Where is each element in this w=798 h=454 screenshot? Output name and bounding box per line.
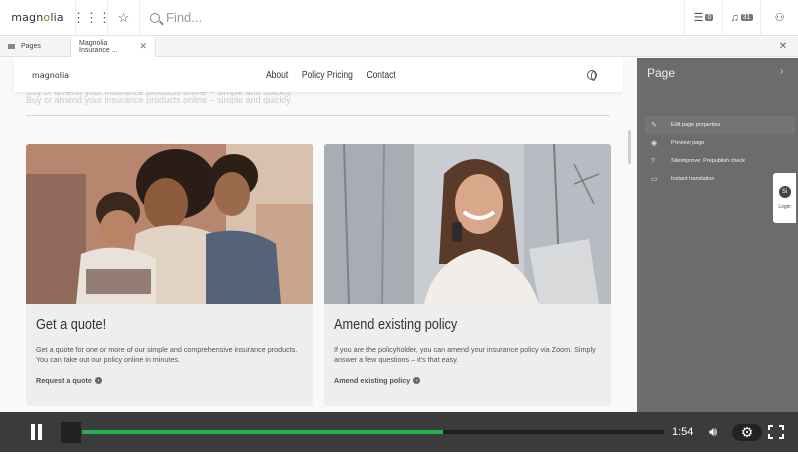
action-label: Instant translation xyxy=(671,176,715,182)
site-header: magnolia About Policy Pricing Contact xyxy=(14,58,623,92)
close-app-icon[interactable]: ✕ xyxy=(768,41,798,52)
notifications-button[interactable]: ♫ 31 xyxy=(722,0,760,36)
tasks-button[interactable]: ☰ 0 xyxy=(684,0,722,36)
action-label: Preview page xyxy=(671,140,705,146)
action-edit-page-properties[interactable]: ✎ Edit page properties xyxy=(645,116,795,134)
nav-policy-pricing[interactable]: Policy Pricing xyxy=(302,70,353,81)
progress-fill xyxy=(82,430,443,434)
request-quote-link[interactable]: Request a quote › xyxy=(36,376,102,385)
tab-magnolia-insurance[interactable]: Magnolia Insurance ... ✕ xyxy=(70,36,156,57)
search-field[interactable]: Find... xyxy=(140,0,684,36)
page-actions-panel: Page › ✎ Edit page properties ◉ Preview … xyxy=(637,58,798,412)
ghost-line-2: Buy or amend your insurance products onl… xyxy=(26,95,293,105)
chevron-right-icon[interactable]: › xyxy=(780,66,783,77)
amend-card: Amend existing policy If you are the pol… xyxy=(324,144,611,406)
magnolia-logo[interactable]: magn o lia xyxy=(0,0,76,36)
top-bar: magn o lia ⋮⋮⋮ ☆ Find... ☰ 0 ♫ 31 ⚇ xyxy=(0,0,798,36)
amend-card-body: If you are the policyholder, you can ame… xyxy=(334,345,596,364)
app-window: magn o lia ⋮⋮⋮ ☆ Find... ☰ 0 ♫ 31 ⚇ Pages Ma… xyxy=(0,0,798,454)
section-divider xyxy=(26,115,610,116)
help-icon: ? xyxy=(651,157,655,165)
tab-bar: Pages Magnolia Insurance ... ✕ ✕ xyxy=(0,36,798,57)
video-controls: 1:54 🔊︎ ⚙ xyxy=(0,412,798,452)
logo-text-b: lia xyxy=(50,11,64,24)
action-siteimprove-check[interactable]: ? Siteimprove: Prepublish check xyxy=(645,152,795,170)
pencil-icon: ✎ xyxy=(651,122,657,129)
amend-policy-link[interactable]: Amend existing policy › xyxy=(334,376,421,385)
tasks-count: 0 xyxy=(705,14,714,21)
notifications-count: 31 xyxy=(740,14,753,21)
quote-card-title: Get a quote! xyxy=(36,316,107,333)
page-preview: Buy or amend your insurance products onl… xyxy=(0,58,637,412)
chapter-thumbnail[interactable] xyxy=(61,422,81,443)
bell-icon: ♫ xyxy=(730,11,739,24)
site-nav-links: About Policy Pricing Contact xyxy=(266,70,396,81)
close-tab-icon[interactable]: ✕ xyxy=(139,41,147,52)
pause-icon[interactable] xyxy=(29,424,43,440)
amend-card-title: Amend existing policy xyxy=(334,316,458,333)
woman-phone-photo xyxy=(324,144,611,304)
tasks-icon: ☰ xyxy=(693,12,704,24)
quote-card: Get a quote! Get a quote for one or more… xyxy=(26,144,313,406)
nav-about[interactable]: About xyxy=(266,70,288,81)
panel-title: Page xyxy=(647,66,676,80)
arrow-right-icon: › xyxy=(94,377,102,384)
user-icon: ⚇ xyxy=(774,12,785,24)
translate-icon: ▭ xyxy=(651,176,658,183)
site-logo[interactable]: magnolia xyxy=(32,71,69,80)
globe-icon[interactable] xyxy=(587,70,597,81)
tab-active-label: Magnolia Insurance ... xyxy=(79,39,118,54)
volume-icon[interactable]: 🔊︎ xyxy=(709,425,725,439)
arrow-right-icon: › xyxy=(413,377,421,384)
user-menu-button[interactable]: ⚇ xyxy=(760,0,798,36)
favorites-star-icon[interactable]: ☆ xyxy=(108,0,140,36)
search-placeholder: Find... xyxy=(166,10,203,25)
family-photo xyxy=(26,144,313,304)
tab-pages[interactable]: Pages xyxy=(0,37,70,57)
app-launcher-icon[interactable]: ⋮⋮⋮ xyxy=(72,0,111,36)
tab-pages-label: Pages xyxy=(21,43,41,50)
search-icon xyxy=(150,12,160,23)
siteimprove-login-tab[interactable]: Si Login xyxy=(773,173,796,223)
login-label: Login xyxy=(778,204,791,210)
fullscreen-icon[interactable] xyxy=(768,425,784,439)
eye-icon: ◉ xyxy=(651,140,658,147)
action-label: Siteimprove: Prepublish check xyxy=(671,158,745,164)
siteimprove-icon: Si xyxy=(778,186,791,198)
action-label: Edit page properties xyxy=(671,122,721,128)
nav-contact[interactable]: Contact xyxy=(366,70,395,81)
settings-gear-icon[interactable]: ⚙ xyxy=(732,424,762,441)
logo-text-a: magn xyxy=(11,11,44,24)
scrollbar-thumb[interactable] xyxy=(628,130,631,164)
quote-card-body: Get a quote for one or more of our simpl… xyxy=(36,345,298,364)
playback-time: 1:54 xyxy=(672,426,694,438)
amend-policy-label: Amend existing policy xyxy=(334,376,411,385)
request-quote-label: Request a quote xyxy=(36,376,92,385)
action-preview-page[interactable]: ◉ Preview page xyxy=(645,134,795,152)
progress-track[interactable] xyxy=(82,430,664,434)
logo-text-o: o xyxy=(43,11,51,24)
pages-icon xyxy=(8,44,15,49)
